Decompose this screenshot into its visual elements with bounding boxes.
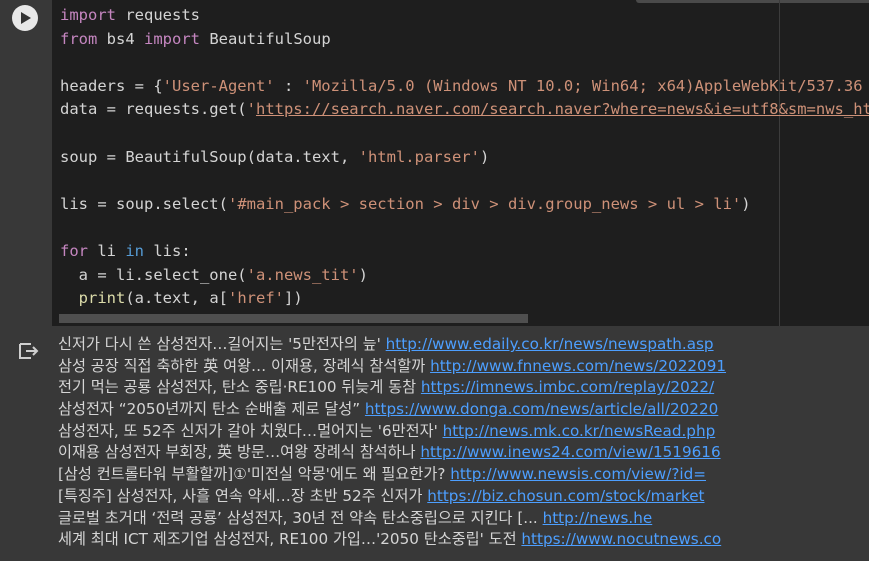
news-title: 삼성전자 “2050년까지 탄소 순배출 제로 달성” — [58, 400, 365, 419]
code-token: ) — [358, 265, 368, 284]
code-line[interactable] — [60, 51, 869, 75]
output-line: 삼성전자, 또 52주 신저가 갈아 치웠다…멀어지는 '6만전자' http:… — [58, 421, 726, 443]
output-arrow-icon[interactable] — [17, 341, 39, 361]
news-link[interactable]: http://news.he — [543, 509, 653, 527]
code-line[interactable]: import requests — [60, 4, 869, 28]
run-cell-button[interactable] — [12, 5, 38, 31]
output-line: 전기 먹는 공룡 삼성전자, 탄소 중립·RE100 뒤늦게 동참 https:… — [58, 377, 726, 399]
code-token: BeautifulSoup — [200, 29, 331, 48]
news-title: 세계 최대 ICT 제조기업 삼성전자, RE100 가입…'2050 탄소중립… — [58, 530, 522, 549]
code-token: 'html.parser' — [358, 147, 480, 166]
news-link[interactable]: http://www.fnnews.com/news/2022091 — [430, 357, 726, 375]
news-link[interactable]: http://www.edaily.co.kr/news/newspath.as… — [386, 335, 714, 353]
code-token: ) — [479, 147, 490, 166]
news-link[interactable]: http://www.inews24.com/view/1519616 — [420, 443, 720, 461]
code-token: ]) — [284, 289, 303, 308]
code-line[interactable] — [60, 169, 869, 193]
news-link[interactable]: https://biz.chosun.com/stock/market — [427, 487, 704, 505]
output-line: 신저가 다시 쓴 삼성전자…길어지는 '5만전자의 늪' http://www.… — [58, 334, 726, 356]
news-link[interactable]: http://www.newsis.com/view/?id= — [450, 465, 706, 483]
code-token: import — [144, 29, 200, 48]
code-token: 'a.news_tit' — [246, 265, 359, 284]
output-line: 삼성전자 “2050년까지 탄소 순배출 제로 달성” https://www.… — [58, 399, 726, 421]
code-line[interactable]: soup = BeautifulSoup(data.text, 'html.pa… — [60, 146, 869, 170]
output-gutter — [0, 326, 52, 561]
play-icon — [21, 12, 31, 24]
code-token: import — [60, 6, 116, 24]
code-line[interactable]: lis = soup.select('#main_pack > section … — [60, 193, 869, 217]
news-link[interactable]: http://news.mk.co.kr/newsRead.php — [443, 422, 716, 440]
news-title: 전기 먹는 공룡 삼성전자, 탄소 중립·RE100 뒤늦게 동참 — [58, 378, 421, 397]
news-link[interactable]: https://imnews.imbc.com/replay/2022/ — [421, 378, 714, 396]
output-line: 세계 최대 ICT 제조기업 삼성전자, RE100 가입…'2050 탄소중립… — [58, 529, 726, 551]
code-token: headers = { — [60, 76, 163, 95]
cell-toolbar-edge — [636, 0, 869, 3]
code-token: from — [60, 29, 98, 48]
code-token: a = li.select_one( — [60, 265, 247, 284]
code-line[interactable]: a = li.select_one('a.news_tit') — [60, 264, 869, 288]
output-line: [특징주] 삼성전자, 사흘 연속 약세…장 초반 52주 신저가 https:… — [58, 486, 726, 508]
code-token: soup = BeautifulSoup(data.text, — [60, 147, 359, 166]
output-line: 삼성 공장 직접 축하한 英 여왕… 이재용, 장례식 참석할까 http://… — [58, 356, 726, 378]
cell-output: 신저가 다시 쓴 삼성전자…길어지는 '5만전자의 늪' http://www.… — [58, 334, 726, 551]
code-token: 'User-Agent' — [162, 76, 275, 95]
output-line: [삼성 컨트롤타워 부활할까]①'미전실 악몽'에도 왜 필요한가? http:… — [58, 464, 726, 486]
code-line[interactable] — [60, 216, 869, 240]
code-token: print — [78, 289, 126, 308]
news-title: [삼성 컨트롤타워 부활할까]①'미전실 악몽'에도 왜 필요한가? — [58, 465, 451, 484]
cell-gutter — [0, 0, 52, 326]
news-link[interactable]: https://www.donga.com/news/article/all/2… — [365, 400, 718, 418]
code-token: https://search.naver.com/search.naver?wh… — [255, 100, 869, 119]
news-link[interactable]: https://www.nocutnews.co — [521, 530, 721, 548]
code-line[interactable]: data = requests.get('https://search.nave… — [60, 98, 869, 122]
code-token: lis: — [144, 241, 191, 260]
code-token: 'href' — [228, 289, 284, 308]
code-token: li — [88, 241, 126, 260]
news-title: 삼성 공장 직접 축하한 英 여왕… 이재용, 장례식 참석할까 — [58, 356, 431, 375]
code-editor[interactable]: import requests from bs4 import Beautiful… — [52, 0, 869, 326]
code-token: data = requests.get( — [60, 100, 247, 119]
code-line[interactable]: from bs4 import BeautifulSoup — [60, 28, 869, 52]
code-line[interactable] — [60, 122, 869, 146]
code-cell: import requests from bs4 import Beautiful… — [0, 0, 869, 561]
output-line: 이재용 삼성전자 부회장, 英 방문…여왕 장례식 참석하나 http://ww… — [58, 442, 726, 464]
code-token: lis = soup.select( — [60, 194, 228, 213]
code-token: 'Mozilla/5.0 (Windows NT 10.0; Win64; x6… — [302, 76, 869, 95]
code-token: bs4 — [97, 29, 144, 48]
code-line[interactable]: print(a.text, a['href']) — [60, 287, 869, 311]
news-title: [특징주] 삼성전자, 사흘 연속 약세…장 초반 52주 신저가 — [58, 486, 428, 505]
code-token: ' — [246, 100, 256, 119]
code-token: requests — [116, 6, 200, 24]
code-token: ) — [741, 194, 751, 213]
code-token: for — [60, 241, 88, 260]
news-title: 신저가 다시 쓴 삼성전자…길어지는 '5만전자의 늪' — [58, 335, 386, 353]
code-line[interactable]: headers = {'User-Agent' : 'Mozilla/5.0 (… — [60, 75, 869, 99]
code-line[interactable]: for li in lis: — [60, 240, 869, 264]
news-title: 이재용 삼성전자 부회장, 英 방문…여왕 장례식 참석하나 — [58, 443, 421, 462]
news-title: 삼성전자, 또 52주 신저가 갈아 치웠다…멀어지는 '6만전자' — [58, 421, 443, 440]
output-line: 글로벌 초거대 ‘전력 공룡’ 삼성전자, 30년 전 약속 탄소중립으로 지킨… — [58, 508, 726, 530]
code-token: '#main_pack > section > div > div.group_… — [227, 194, 742, 213]
code-content[interactable]: import requests from bs4 import Beautiful… — [60, 4, 869, 311]
code-token: (a.text, a[ — [125, 289, 228, 308]
news-title: 글로벌 초거대 ‘전력 공룡’ 삼성전자, 30년 전 약속 탄소중립으로 지킨… — [58, 508, 543, 527]
code-token: : — [274, 76, 303, 95]
horizontal-scrollbar[interactable] — [59, 314, 528, 323]
code-token: in — [125, 241, 144, 260]
